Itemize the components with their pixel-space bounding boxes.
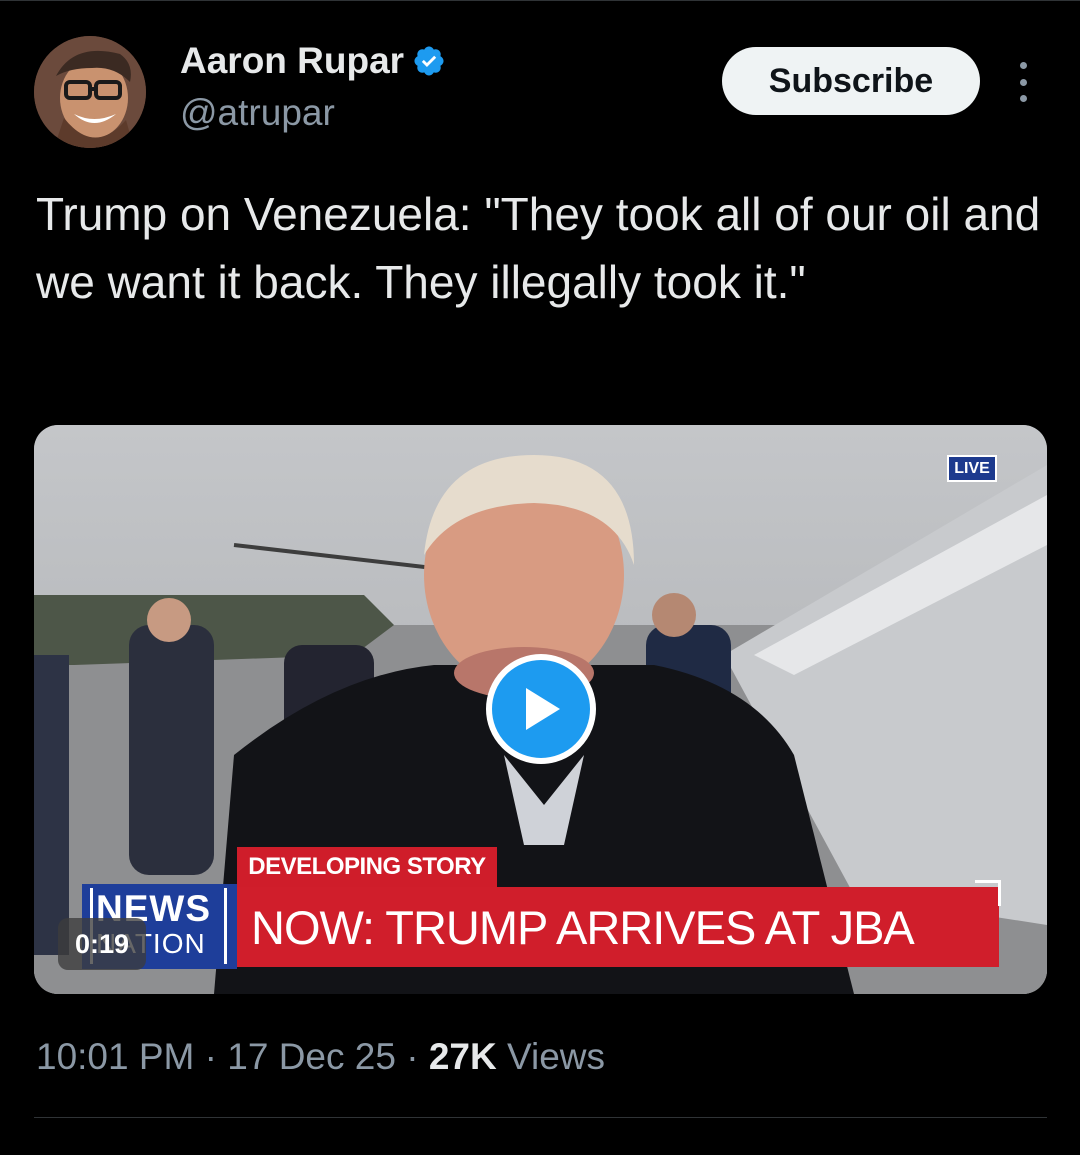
live-badge: LIVE: [947, 455, 997, 482]
headline-corner-decoration: [975, 880, 1001, 906]
bottom-divider: [34, 1117, 1047, 1118]
news-headline: NOW: TRUMP ARRIVES AT JBA: [237, 887, 999, 967]
author-handle[interactable]: @atrupar: [180, 92, 335, 134]
video-duration: 0:19: [58, 918, 146, 970]
meta-separator: ·: [406, 1036, 419, 1077]
more-options-icon[interactable]: [1008, 62, 1038, 102]
top-divider: [0, 0, 1080, 1]
author-name-row[interactable]: Aaron Rupar: [180, 40, 446, 82]
news-headline-text: NOW: TRUMP ARRIVES AT JBA: [251, 900, 915, 954]
author-name[interactable]: Aaron Rupar: [180, 40, 404, 82]
avatar[interactable]: [34, 36, 146, 148]
meta-separator: ·: [204, 1036, 217, 1077]
subscribe-button[interactable]: Subscribe: [722, 47, 980, 115]
play-button[interactable]: [486, 654, 596, 764]
tweet-text: Trump on Venezuela: "They took all of ou…: [36, 188, 1041, 308]
developing-story-label: DEVELOPING STORY: [237, 847, 497, 887]
tweet-meta: 10:01 PM · 17 Dec 25 · 27K Views: [36, 1036, 605, 1078]
views-count[interactable]: 27K: [429, 1036, 497, 1077]
tweet-date[interactable]: 17 Dec 25: [227, 1036, 396, 1077]
verified-badge-icon: [414, 46, 444, 76]
tweet-time[interactable]: 10:01 PM: [36, 1036, 194, 1077]
views-label[interactable]: Views: [507, 1036, 605, 1077]
play-icon: [526, 688, 560, 730]
